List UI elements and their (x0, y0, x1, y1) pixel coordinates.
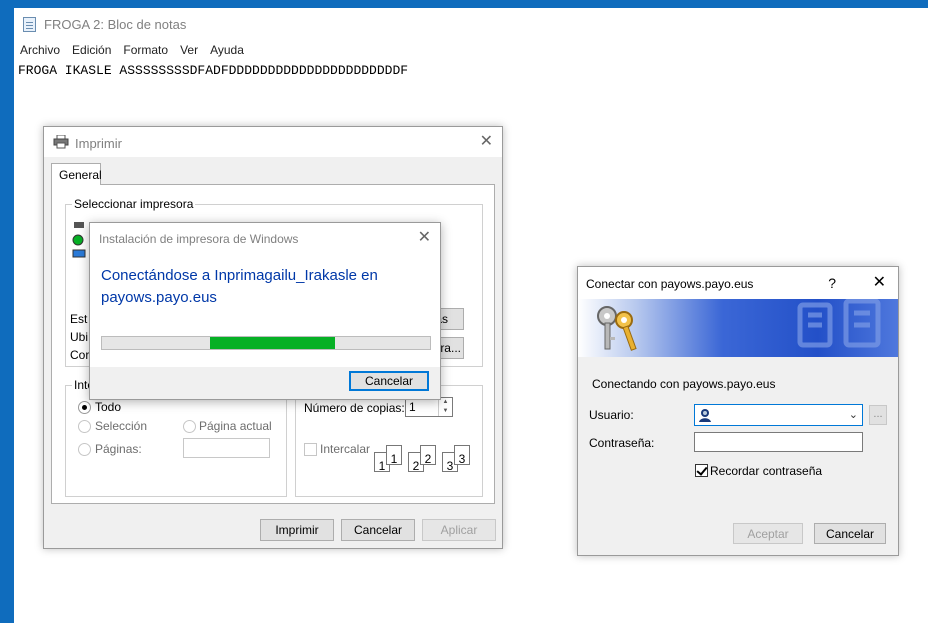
pages-input[interactable] (183, 438, 270, 458)
close-icon[interactable]: ✕ (418, 230, 431, 246)
tab-general[interactable]: General (51, 163, 102, 185)
password-input[interactable] (694, 432, 863, 452)
comment-label: Cor (70, 348, 90, 362)
menu-edicion[interactable]: Edición (66, 42, 117, 60)
range-current-radio[interactable] (183, 420, 196, 433)
notepad-title: FROGA 2: Bloc de notas (44, 17, 187, 32)
range-pages-radio[interactable] (78, 443, 91, 456)
remember-password-label: Recordar contraseña (710, 464, 823, 478)
print-cancel-button[interactable]: Cancelar (341, 519, 415, 541)
progress-fill (210, 337, 335, 349)
connect-dialog-title: Conectar con payows.payo.eus (586, 277, 754, 291)
connect-dialog-titlebar[interactable]: Conectar con payows.payo.eus ? ✕ (578, 267, 898, 299)
close-icon[interactable]: ✕ (480, 134, 493, 150)
banner-decoration-icon (797, 299, 881, 348)
user-account-icon (699, 409, 711, 422)
collate-checkbox[interactable] (304, 443, 317, 456)
collate-page-icon: 3 (454, 445, 470, 466)
connect-message: Conectando con payows.payo.eus (592, 377, 776, 391)
range-selection-radio[interactable] (78, 420, 91, 433)
install-cancel-button[interactable]: Cancelar (349, 371, 429, 391)
copies-value: 1 (409, 400, 416, 414)
notepad-text-area[interactable]: FROGA IKASLE ASSSSSSSSDFADFDDDDDDDDDDDDD… (18, 63, 408, 78)
printer-list-icons (72, 222, 86, 258)
connect-cancel-button[interactable]: Cancelar (814, 523, 886, 544)
collate-label: Intercalar (320, 442, 371, 456)
select-printer-label: Seleccionar impresora (72, 197, 196, 211)
range-all-radio[interactable] (78, 401, 91, 414)
location-label: Ubi (70, 330, 89, 344)
print-dialog-title: Imprimir (75, 136, 122, 151)
close-icon[interactable]: ✕ (873, 275, 886, 291)
copies-label: Número de copias: (304, 401, 405, 415)
printer-icon (53, 135, 69, 149)
notepad-menubar: Archivo Edición Formato Ver Ayuda (14, 42, 250, 60)
chevron-down-icon[interactable]: ⌄ (849, 408, 858, 421)
status-label: Est (70, 312, 88, 326)
install-message: Conectándose a Inprimagailu_Irakasle en … (101, 267, 378, 306)
range-current-label: Página actual (199, 419, 272, 433)
user-label: Usuario: (589, 408, 634, 422)
notepad-icon (23, 17, 36, 32)
menu-archivo[interactable]: Archivo (14, 42, 66, 60)
range-selection-label: Selección (95, 419, 148, 433)
keys-icon (597, 306, 637, 351)
printer-install-dialog: Instalación de impresora de Windows ✕ Co… (89, 222, 441, 400)
connect-banner (578, 299, 898, 357)
help-icon[interactable]: ? (828, 275, 836, 291)
notepad-titlebar[interactable]: FROGA 2: Bloc de notas (14, 8, 928, 38)
connect-dialog: Conectar con payows.payo.eus ? ✕ Conecta… (577, 266, 899, 556)
range-pages-label: Páginas: (95, 442, 142, 456)
menu-ayuda[interactable]: Ayuda (204, 42, 250, 60)
collate-page-icon: 1 (386, 445, 402, 466)
menu-ver[interactable]: Ver (174, 42, 204, 60)
spinner-arrows-icon[interactable]: ▲ ▼ (438, 398, 452, 416)
install-dialog-title: Instalación de impresora de Windows (99, 232, 299, 246)
copies-spinner[interactable]: 1 ▲ ▼ (405, 397, 453, 417)
user-combobox[interactable]: ⌄ (694, 404, 863, 426)
desktop-background (0, 0, 928, 8)
install-progress-bar (101, 336, 431, 350)
print-dialog-titlebar[interactable]: Imprimir ✕ (44, 127, 502, 157)
menu-formato[interactable]: Formato (117, 42, 174, 60)
apply-button[interactable]: Aplicar (422, 519, 496, 541)
accept-button[interactable]: Aceptar (733, 523, 803, 544)
range-all-label: Todo (95, 400, 122, 414)
password-label: Contraseña: (589, 436, 655, 450)
collate-page-icon: 2 (420, 445, 436, 466)
desktop-background-left (0, 0, 14, 623)
browse-users-button[interactable]: ... (869, 405, 887, 425)
install-content-area: Instalación de impresora de Windows ✕ Co… (90, 223, 440, 367)
print-button[interactable]: Imprimir (260, 519, 334, 541)
remember-password-checkbox[interactable] (695, 464, 708, 477)
